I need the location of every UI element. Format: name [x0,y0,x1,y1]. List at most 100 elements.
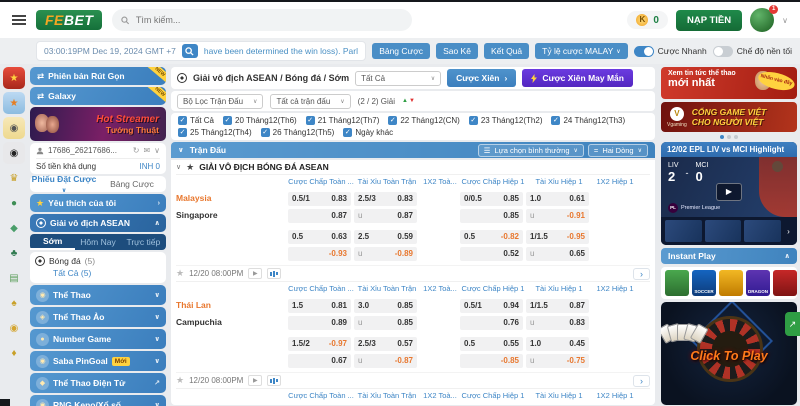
odds-cell[interactable]: u0.87 [354,209,417,223]
odds-cell[interactable]: 1.5/2-0.97 [288,337,351,351]
deposit-button[interactable]: NẠP TIỀN [676,10,742,31]
lucky-parlay-button[interactable]: Cược Xiên May Mắn [522,69,633,87]
sport-item-football[interactable]: Bóng đá (5) [35,254,161,268]
rail-clover-icon[interactable]: ♣ [3,242,25,264]
match-filter-select[interactable]: Bộ Lọc Trận Đấu∨ [177,94,263,109]
chevron-down-icon[interactable]: ∨ [154,146,160,155]
odds-cell[interactable]: 0.50.63 [288,230,351,244]
sidebar-item[interactable]: ●Number Game∨ [30,329,166,349]
odds-cell[interactable]: 0.5-0.82 [460,230,523,244]
ticker-search-button[interactable] [182,44,198,58]
rail-gift-red-icon[interactable]: ★ [3,67,25,89]
odds-cell[interactable]: u0.85 [354,316,417,330]
odds-cell[interactable]: u0.65 [526,247,589,261]
sport-item-all[interactable]: Tất Cả (5) [35,268,161,281]
tab-live[interactable]: Trực tiếp [121,234,166,250]
odds-cell[interactable]: 1.50.81 [288,299,351,313]
play-button-icon[interactable]: ▶ [716,183,742,201]
odds-cell[interactable]: 0.5/10.83 [288,192,351,206]
game-tile[interactable] [665,270,689,296]
account-chevron-down-icon[interactable]: ∨ [782,16,788,25]
star-icon[interactable]: ★ [176,268,184,279]
bet-slip-button[interactable]: Bảng Cược [372,43,430,59]
odds-cell[interactable]: 1/1.5-0.95 [526,230,589,244]
star-icon[interactable]: ★ [186,162,194,173]
rail-soccer-dark-icon[interactable]: ◉ [3,142,25,164]
tab-early[interactable]: Sớm [30,234,75,250]
league-bar[interactable]: Giải vô địch ASEAN ∧ [30,214,166,232]
odds-cell[interactable]: 2.5/30.83 [354,192,417,206]
video-thumbnail[interactable] [665,220,702,242]
rail-eagle-icon[interactable]: ♦ [3,342,25,364]
odds-cell[interactable]: 0.76 [460,316,523,330]
refresh-icon[interactable]: ↻ [133,146,140,155]
search-input[interactable] [136,15,403,25]
play-stream-icon[interactable]: ▶ [248,268,262,279]
coin-balance-chip[interactable]: K 0 [627,11,668,29]
odds-cell[interactable]: 3.00.85 [354,299,417,313]
date-filter-checkbox[interactable]: ✓Tất Cả [178,116,214,125]
dark-mode-toggle[interactable] [713,46,733,57]
favorites-bar[interactable]: ★ Yêu thích của tôi › [30,194,166,212]
rail-crown-icon[interactable]: ♛ [3,167,25,189]
video-thumbnail[interactable] [744,220,781,242]
compact-version-button[interactable]: ⇄ Phiên bản Rút Gọn NEW [30,67,166,85]
odds-cell[interactable]: 1/1.50.87 [526,299,589,313]
expand-fab[interactable]: ↗ [785,312,800,336]
odds-cell[interactable]: u-0.91 [526,209,589,223]
date-filter-checkbox[interactable]: ✓26 Tháng12(Th5) [261,128,335,137]
game-tile[interactable] [719,270,743,296]
odds-cell[interactable]: -0.93 [288,247,351,261]
sidebar-item[interactable]: ◉Saba PinGoalMới∨ [30,351,166,371]
odds-cell[interactable]: 2.5/30.57 [354,337,417,351]
odds-cell[interactable]: 0.89 [288,316,351,330]
quick-bet-toggle[interactable] [634,46,654,57]
sidebar-item[interactable]: ◈Thể Thao Ảo∨ [30,307,166,327]
date-filter-checkbox[interactable]: ✓Ngày khác [343,128,393,137]
expand-match-icon[interactable]: › [633,375,650,387]
date-filter-checkbox[interactable]: ✓22 Tháng12(CN) [388,116,459,125]
date-filter-checkbox[interactable]: ✓24 Tháng12(Th3) [551,116,625,125]
chevron-down-icon[interactable]: ∨ [178,146,184,154]
stats-chart-icon[interactable] [267,375,281,386]
galaxy-button[interactable]: ⇄ Galaxy NEW [30,87,166,105]
chevron-right-icon[interactable]: › [784,227,793,236]
news-banner[interactable]: Xem tin tức thể thao mới nhất Nhấn vào đ… [661,67,797,99]
avatar[interactable]: 1 [750,8,774,32]
game-tile[interactable] [773,270,797,296]
carousel-dot[interactable] [720,135,724,139]
results-button[interactable]: Kết Quả [484,43,529,59]
stats-chart-icon[interactable] [267,268,281,279]
rail-ticket-icon[interactable]: ▤ [3,267,25,289]
odds-cell[interactable]: 0/0.50.85 [460,192,523,206]
odds-cell[interactable]: 0.67 [288,354,351,368]
tab-bet-ticket[interactable]: Phiếu Đặt Cược ∨ [30,174,98,194]
date-filter-checkbox[interactable]: ✓21 Tháng12(Th7) [306,116,380,125]
star-icon[interactable]: ★ [176,375,184,386]
instant-play-header[interactable]: Instant Play ∧ [661,248,797,264]
tab-today[interactable]: Hôm Nay [75,234,120,250]
sort-icon[interactable]: ▲▼ [402,98,415,104]
play-stream-icon[interactable]: ▶ [248,375,262,386]
carousel-dot[interactable] [734,135,738,139]
rail-gift-blue-icon[interactable]: ★ [3,92,25,114]
date-filter-checkbox[interactable]: ✓23 Tháng12(Th2) [469,116,543,125]
game-tile[interactable]: SOCCER [692,270,716,296]
league-filter-select[interactable]: Tất Cả∨ [355,71,441,86]
odds-cell[interactable]: 0.85 [460,209,523,223]
video-thumbnail[interactable] [705,220,742,242]
rail-globe-icon[interactable]: ● [3,192,25,214]
chevron-down-icon[interactable]: ∨ [176,163,181,171]
febet-logo[interactable]: FEBET [36,10,102,30]
rail-shield-icon[interactable]: ♠ [3,292,25,314]
odds-cell[interactable]: 2.50.59 [354,230,417,244]
odds-cell[interactable]: u-0.75 [526,354,589,368]
rail-coin-icon[interactable]: ◉ [3,317,25,339]
rail-soccer-cream-icon[interactable]: ◉ [3,117,25,139]
hot-streamer-banner[interactable]: Hot Streamer Tướng Thuật [30,107,166,141]
date-filter-checkbox[interactable]: ✓25 Tháng12(Th4) [178,128,252,137]
odds-cell[interactable]: 0.50.55 [460,337,523,351]
odds-cell[interactable]: 0.5/10.94 [460,299,523,313]
odds-cell[interactable]: u-0.87 [354,354,417,368]
carousel-dot[interactable] [727,135,731,139]
